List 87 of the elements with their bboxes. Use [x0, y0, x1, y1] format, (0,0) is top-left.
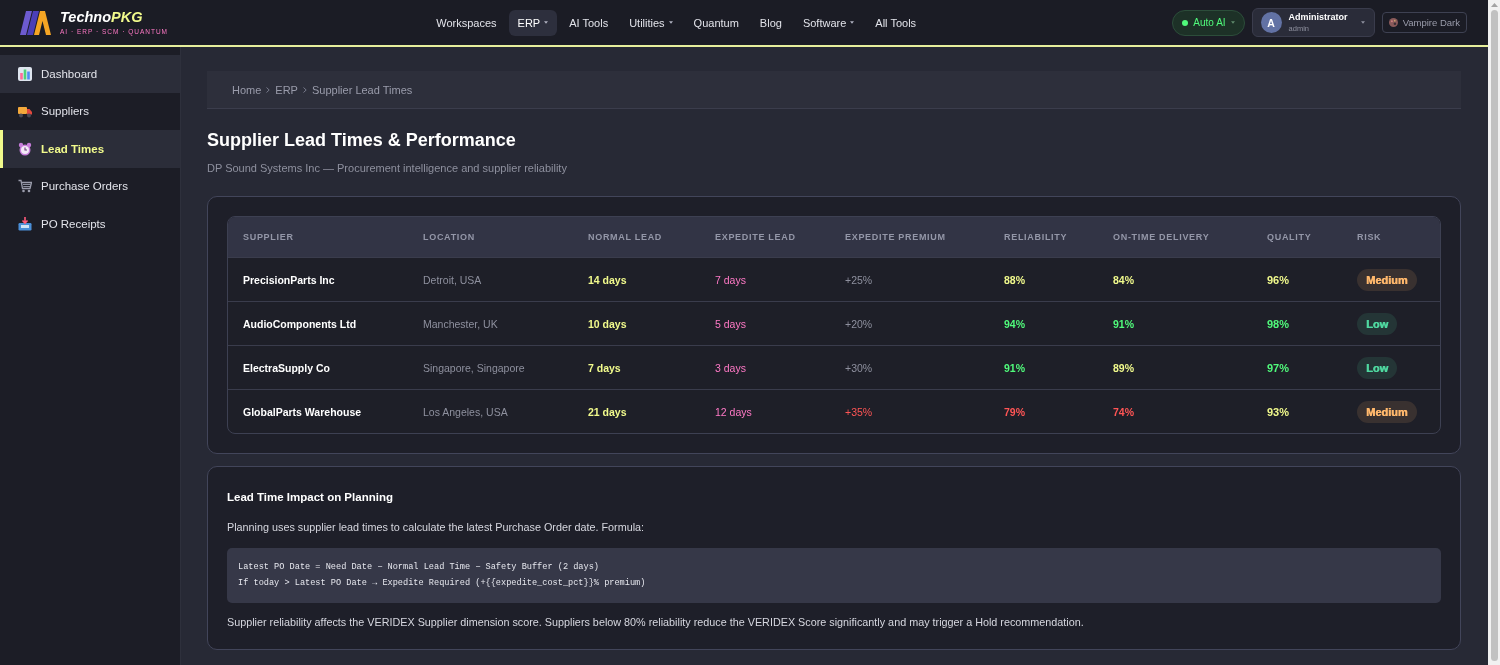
breadcrumb-link[interactable]: ERP [275, 83, 298, 96]
sidebar-item[interactable]: PO Receipts [0, 205, 180, 243]
page-title: Supplier Lead Times & Performance [207, 129, 517, 151]
auto-ai-button[interactable]: Auto AI [1172, 9, 1245, 36]
table-cell: +20% [845, 317, 873, 330]
table-cell: 74% [1113, 405, 1134, 418]
breadcrumb-link[interactable]: Home [232, 83, 262, 96]
table-cell: 98% [1267, 317, 1290, 330]
palette-icon [1388, 18, 1398, 27]
table-cell: 91% [1004, 361, 1025, 374]
table-cell: 7 days [715, 273, 746, 286]
nav-link[interactable]: Blog [750, 9, 791, 36]
bar-chart-icon [18, 66, 32, 81]
sidebar-item[interactable]: Dashboard [0, 55, 180, 93]
column-header: NORMAL LEAD [588, 232, 663, 242]
column-header: LOCATION [423, 232, 475, 242]
sidebar-item[interactable]: Lead Times [0, 130, 180, 168]
brand-name: TechnoPKG [60, 9, 144, 25]
column-header: SUPPLIER [243, 232, 294, 242]
user-avatar: A [1260, 12, 1282, 33]
table-cell: 7 days [588, 361, 621, 374]
nav-link[interactable]: Quantum [684, 9, 748, 36]
nav-link[interactable]: Software [793, 9, 864, 36]
table-cell: +35% [845, 405, 873, 418]
table-cell: 12 days [715, 405, 752, 418]
table-cell: 97% [1267, 361, 1290, 374]
breadcrumb-link[interactable]: Supplier Lead Times [311, 83, 413, 96]
inbox-icon [18, 216, 32, 231]
table-cell: GlobalParts Warehouse [243, 405, 362, 418]
risk-badge: Medium [1357, 400, 1417, 423]
body-text: Planning uses supplier lead times to calculate the latest Purchase Order date. Formula: [227, 520, 646, 535]
sidebar-item[interactable]: Suppliers [0, 92, 180, 130]
table-cell: 5 days [715, 317, 746, 330]
table-cell: 84% [1113, 273, 1134, 286]
user-name: Administrator [1288, 11, 1348, 23]
column-header: QUALITY [1267, 232, 1312, 242]
table-cell: 21 days [588, 405, 627, 418]
logo-icon [20, 10, 51, 35]
table-cell: Manchester, UK [423, 317, 498, 330]
code-line: Latest PO Date = Need Date − Normal Lead Time − Safety Buffer (2 days) [238, 561, 600, 574]
table-cell: 10 days [588, 317, 627, 330]
cart-icon [18, 179, 32, 194]
risk-badge: Medium [1357, 268, 1417, 291]
table-cell: ElectraSupply Co [243, 361, 330, 374]
column-header: EXPEDITE LEAD [715, 232, 796, 242]
chevron-icon [266, 86, 271, 93]
table-cell: +25% [845, 273, 873, 286]
nav-link[interactable]: Workspaces [427, 9, 506, 36]
table-cell: 96% [1267, 273, 1290, 286]
truck-icon [18, 104, 32, 119]
table-cell: 79% [1004, 405, 1025, 418]
table-cell: AudioComponents Ltd [243, 317, 357, 330]
nav-link[interactable]: AI Tools [560, 9, 618, 36]
table-cell: Singapore, Singapore [423, 361, 525, 374]
scrollbar[interactable] [1488, 0, 1500, 665]
column-header: RISK [1357, 232, 1382, 242]
nav-link[interactable]: Utilities [620, 9, 682, 36]
body-text: Supplier reliability affects the VERIDEX Supplier dimension score. Suppliers below 80% reliability reduce the VERIDEX Score significantly and may trigger a Hold recommendation. [227, 615, 1085, 630]
risk-badge: Low [1357, 312, 1397, 335]
table-cell: +30% [845, 361, 873, 374]
table-cell: 14 days [588, 273, 627, 286]
table-cell: 3 days [715, 361, 746, 374]
scrollbar-thumb[interactable] [1490, 10, 1498, 661]
table-cell: 94% [1004, 317, 1025, 330]
table-cell: 89% [1113, 361, 1134, 374]
table-cell: Detroit, USA [423, 273, 482, 286]
section-title: Lead Time Impact on Planning [227, 490, 394, 505]
table-cell: PrecisionParts Inc [243, 273, 335, 286]
caret-icon [1360, 21, 1365, 24]
column-header: RELIABILITY [1004, 232, 1068, 242]
table-cell: 93% [1267, 405, 1290, 418]
column-header: ON-TIME DELIVERY [1113, 232, 1210, 242]
theme-button[interactable]: Vampire Dark [1381, 12, 1467, 33]
risk-badge: Low [1357, 356, 1397, 379]
code-line: If today > Latest PO Date → Expedite Required (+{{expedite_cost_pct}}% premium) [238, 577, 647, 590]
caret-icon [1230, 21, 1235, 24]
table-cell: 91% [1113, 317, 1134, 330]
up-arrow-icon[interactable] [1490, 3, 1498, 7]
alarm-clock-icon [18, 141, 32, 156]
table-cell: Los Angeles, USA [423, 405, 508, 418]
column-header: EXPEDITE PREMIUM [845, 232, 946, 242]
page-subtitle: DP Sound Systems Inc — Procurement intelligence and supplier reliability [207, 161, 568, 175]
table-cell: 88% [1004, 273, 1025, 286]
nav-link[interactable]: All Tools [866, 9, 926, 36]
chevron-icon [302, 86, 307, 93]
nav-link[interactable]: ERP [508, 9, 558, 36]
sidebar-item[interactable]: Purchase Orders [0, 167, 180, 205]
